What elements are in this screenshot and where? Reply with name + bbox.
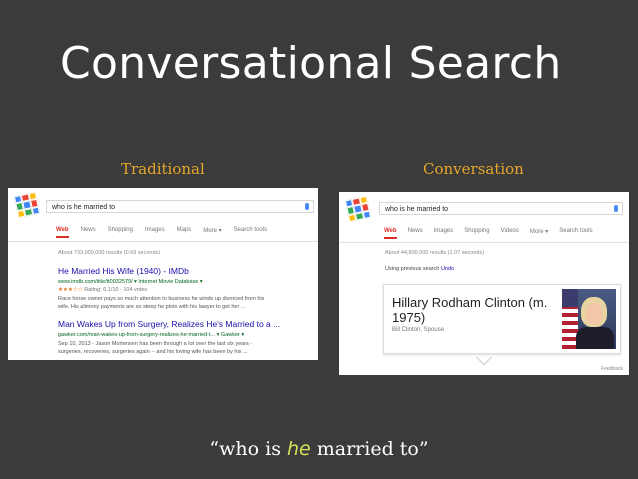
tab-images[interactable]: Images [434, 228, 454, 239]
tab-web[interactable]: Web [56, 227, 69, 238]
quote-caption: “who is he married to” [0, 438, 638, 460]
traditional-screenshot: who is he married to Web News Shopping I… [8, 188, 318, 360]
undo-link[interactable]: Undo [441, 266, 454, 272]
result-snippet-1: Race horse owner pays so much attention … [58, 295, 264, 311]
tab-shopping[interactable]: Shopping [108, 227, 133, 238]
snippet-line: wife. His alimony payments are so steep … [58, 304, 246, 310]
tab-shopping[interactable]: Shopping [464, 228, 489, 239]
previous-search-note: Using previous search Undo [385, 266, 454, 272]
search-tabs: Web News Images Shopping Videos More ▾ S… [384, 228, 593, 239]
tab-more[interactable]: More ▾ [203, 227, 221, 238]
snippet-line: surgeries, recoveries, surgeries again -… [58, 349, 248, 355]
portrait-photo [562, 289, 616, 349]
tab-videos[interactable]: Videos [501, 228, 519, 239]
divider [339, 242, 629, 243]
result-title-2[interactable]: Man Wakes Up from Surgery, Realizes He's… [58, 319, 280, 329]
search-query: who is he married to [385, 206, 449, 213]
card-subtitle: Bill Clinton, Spouse [392, 327, 445, 333]
tab-news[interactable]: News [81, 227, 96, 238]
result-stats: About 44,800,000 results (1.07 seconds) [385, 250, 485, 256]
caption-open: “who is [209, 438, 287, 460]
tab-maps[interactable]: Maps [177, 227, 192, 238]
search-input[interactable]: who is he married to [46, 200, 314, 213]
portrait-face [585, 303, 603, 325]
tab-search-tools[interactable]: Search tools [234, 227, 267, 238]
result-rating-1: ★★★☆☆ Rating: 6.1/10 - 104 votes [58, 287, 147, 293]
tab-images[interactable]: Images [145, 227, 165, 238]
rating-stars-icon: ★★★☆☆ [58, 287, 83, 293]
portrait-suit [576, 327, 614, 349]
slide-title: Conversational Search [60, 38, 562, 89]
conversation-screenshot: who is he married to Web News Images Sho… [339, 192, 629, 375]
snippet-line: Sep 10, 2013 - Jason Mortensen has been … [58, 341, 253, 347]
previous-search-text: Using previous search [385, 266, 440, 272]
caption-emphasis: he [286, 438, 311, 460]
tab-web[interactable]: Web [384, 228, 397, 239]
google-logo-icon [344, 195, 372, 223]
card-title: Hillary Rodham Clinton (m. 1975) [392, 295, 548, 325]
google-logo-icon [13, 191, 41, 219]
tab-news[interactable]: News [408, 228, 423, 239]
result-url-2[interactable]: gawker.com/man-wakes-up-from-surgery-rea… [58, 332, 244, 338]
knowledge-card[interactable]: Hillary Rodham Clinton (m. 1975) Bill Cl… [383, 284, 621, 354]
search-tabs: Web News Shopping Images Maps More ▾ Sea… [56, 227, 267, 238]
tab-search-tools[interactable]: Search tools [559, 228, 592, 239]
rating-text: Rating: 6.1/10 - 104 votes [84, 287, 148, 293]
result-url-1[interactable]: www.imdb.com/title/tt0032579/ ▾ Internet… [58, 279, 203, 285]
feedback-link[interactable]: Feedback [601, 366, 623, 372]
caption-close: married to” [310, 438, 429, 460]
snippet-line: Race horse owner pays so much attention … [58, 296, 265, 302]
result-title-1[interactable]: He Married His Wife (1940) - IMDb [58, 266, 189, 276]
search-input[interactable]: who is he married to [379, 202, 623, 215]
search-query: who is he married to [52, 204, 116, 211]
result-snippet-2: Sep 10, 2013 - Jason Mortensen has been … [58, 340, 252, 356]
label-conversation: Conversation [423, 160, 524, 178]
microphone-icon[interactable] [614, 205, 618, 212]
tab-more[interactable]: More ▾ [530, 228, 548, 239]
microphone-icon[interactable] [305, 203, 309, 210]
divider [8, 241, 318, 242]
label-traditional: Traditional [121, 160, 205, 178]
result-stats: About 733,000,000 results (0.69 seconds) [58, 250, 161, 256]
